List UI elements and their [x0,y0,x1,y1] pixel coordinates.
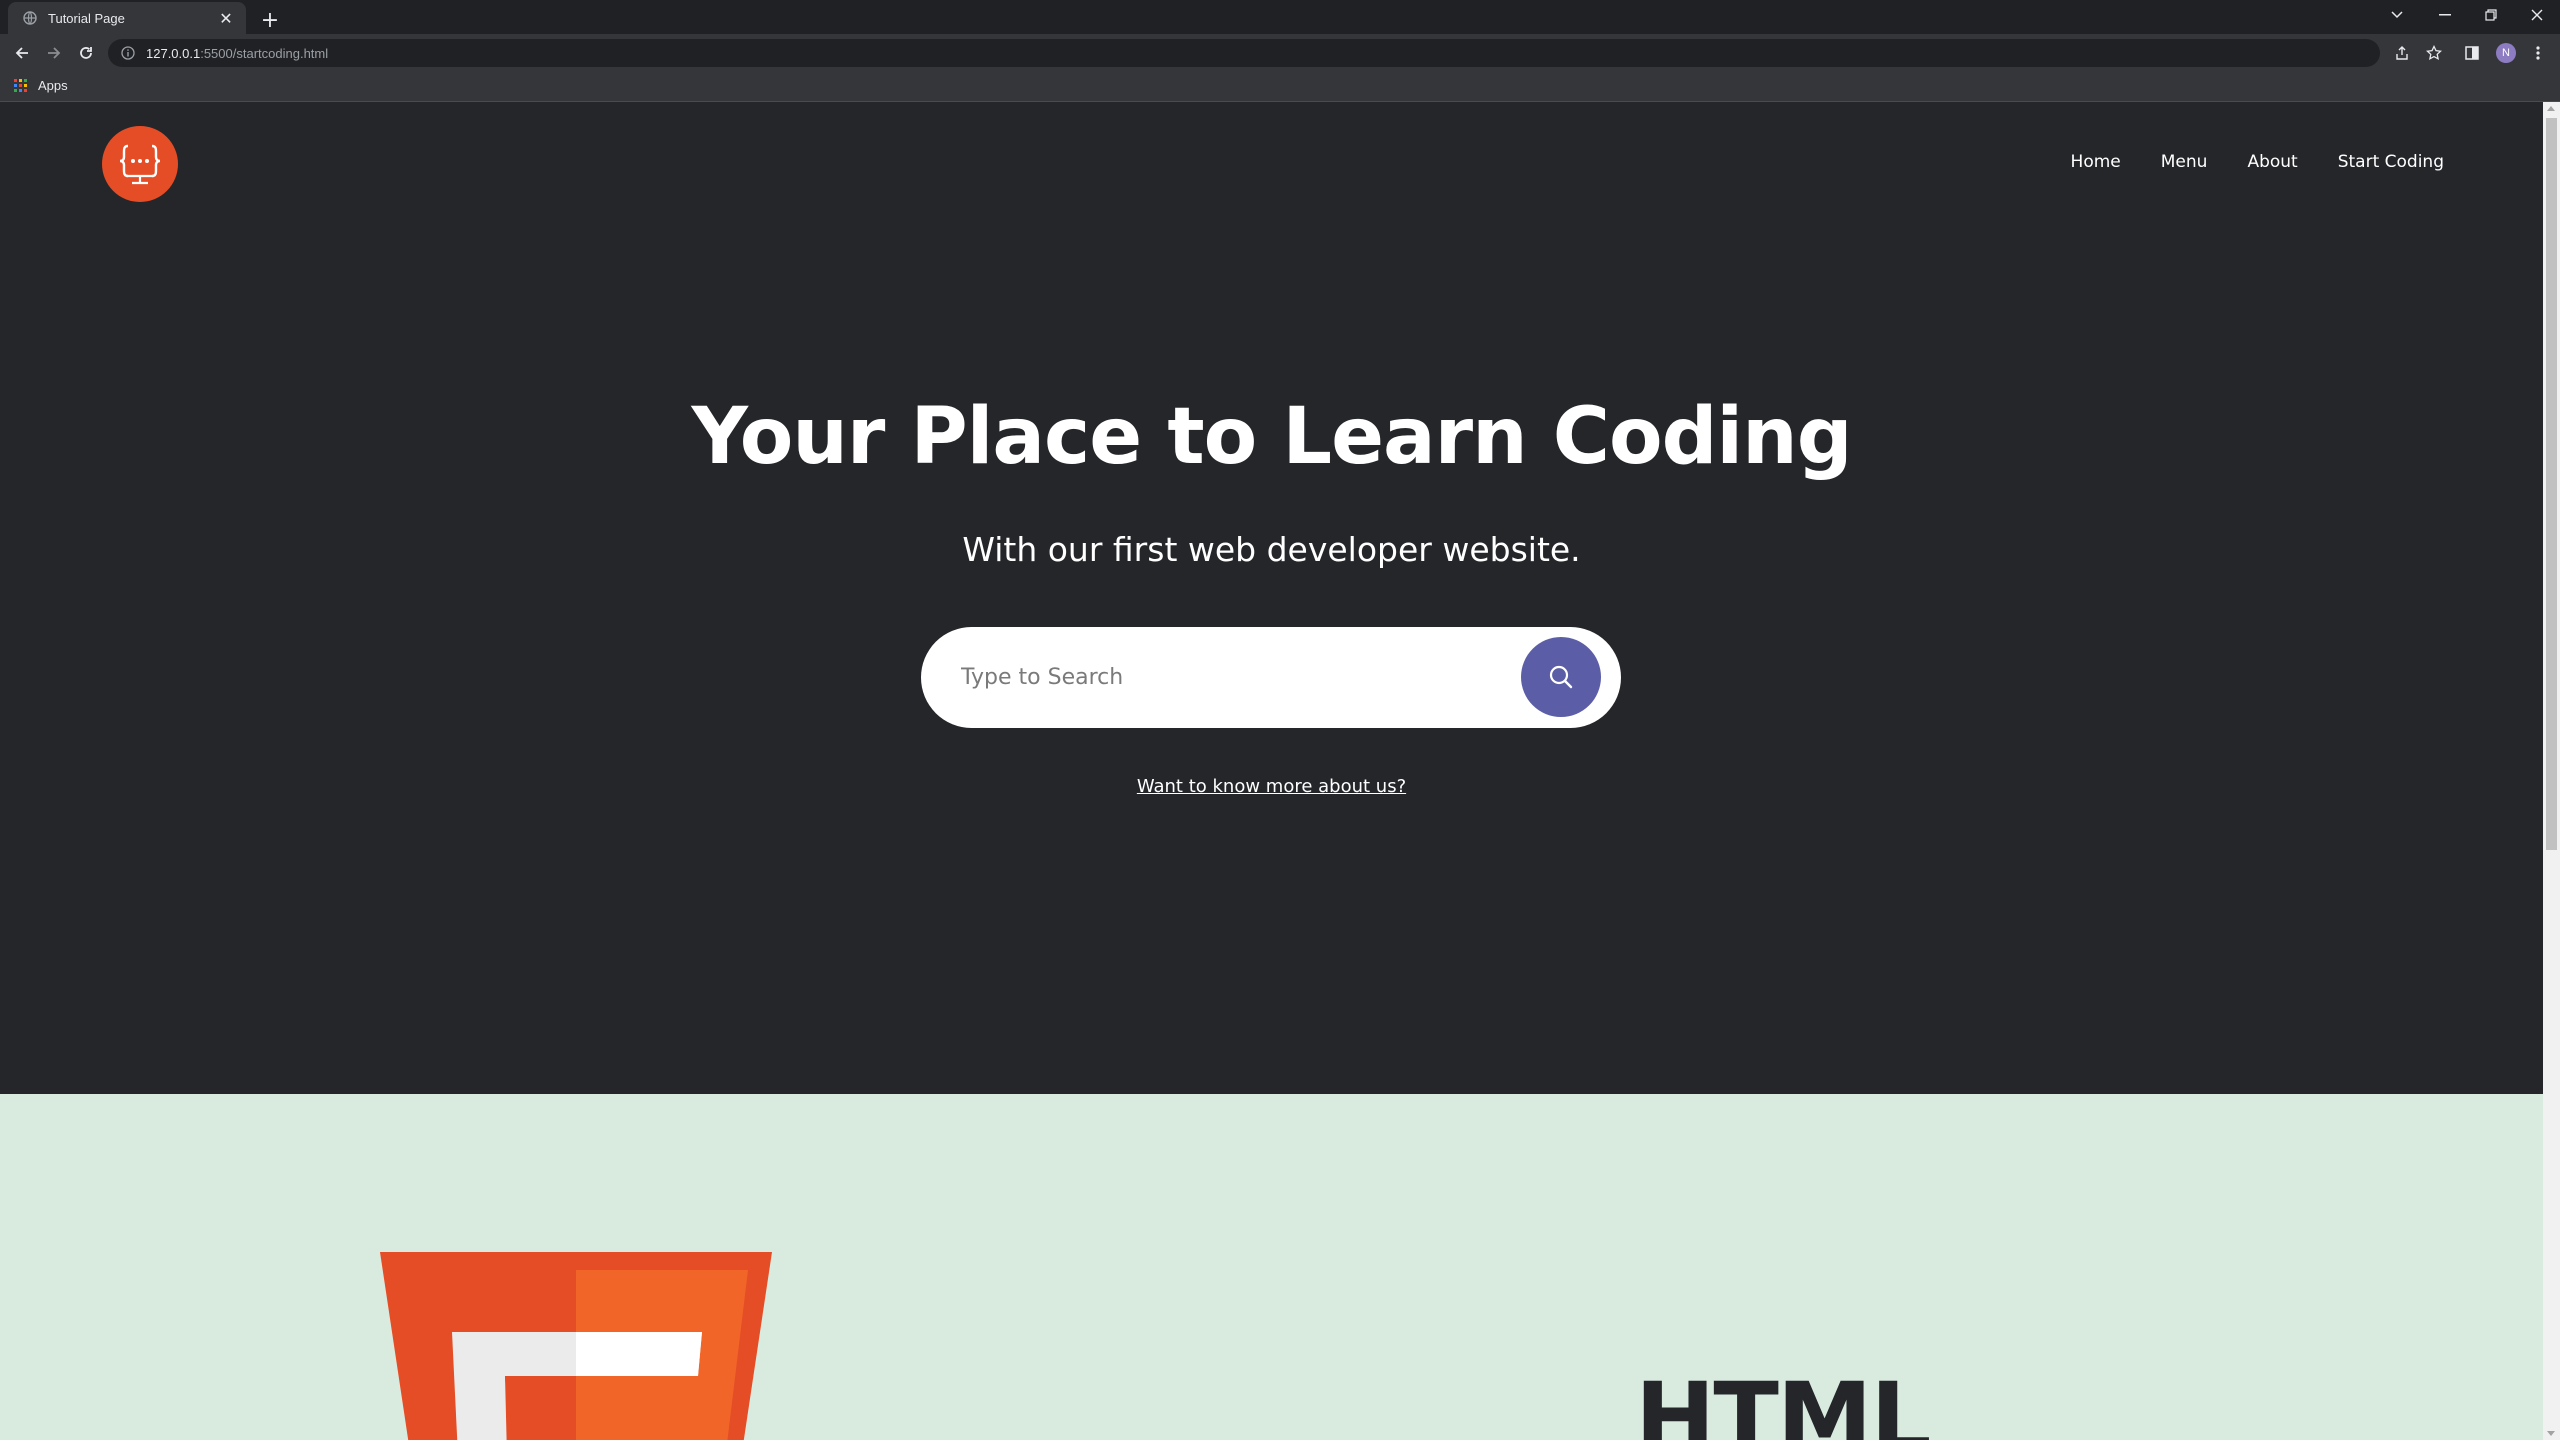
site-logo[interactable] [102,126,178,202]
apps-label: Apps [38,78,68,93]
reload-icon[interactable] [72,39,100,67]
nav-home[interactable]: Home [2071,152,2121,172]
more-link-wrap: Want to know more about us? [0,776,2543,797]
code-monitor-icon [119,144,161,185]
minimize-icon[interactable] [2422,0,2468,30]
apps-grid-icon [14,78,28,93]
share-icon[interactable] [2388,39,2416,67]
site-info-icon[interactable] [120,45,136,61]
url-text: 127.0.0.1:5500/startcoding.html [146,46,328,61]
tab-title: Tutorial Page [48,10,125,26]
side-panel-icon[interactable] [2458,39,2486,67]
globe-icon [22,10,38,26]
tab-search-icon[interactable] [2374,0,2420,30]
bookmarks-bar: Apps [0,72,2560,102]
address-bar[interactable]: 127.0.0.1:5500/startcoding.html [108,39,2380,67]
apps-shortcut[interactable]: Apps [14,78,68,93]
search-bar [921,627,1621,728]
scroll-down-icon[interactable] [2547,1431,2555,1436]
forward-icon[interactable] [40,39,68,67]
html5-logo-icon [380,1252,772,1440]
close-window-icon[interactable] [2514,0,2560,30]
scroll-up-icon[interactable] [2547,106,2555,111]
search-input[interactable] [961,655,1501,699]
restore-icon[interactable] [2468,0,2514,30]
url-path: :5500/startcoding.html [200,45,329,61]
tab-close-icon[interactable]: ✕ [216,8,236,28]
main-nav: Home Menu About Start Coding [2071,152,2444,172]
about-us-link[interactable]: Want to know more about us? [1137,776,1406,797]
search-icon [1549,665,1573,689]
nav-about[interactable]: About [2247,152,2297,172]
kebab-menu-icon[interactable] [2524,39,2552,67]
nav-menu[interactable]: Menu [2161,152,2208,172]
hero-title: Your Place to Learn Coding [691,392,1852,482]
tab-strip: Tutorial Page ✕ + [0,0,2560,34]
browser-toolbar: 127.0.0.1:5500/startcoding.html N [0,34,2560,72]
browser-tab[interactable]: Tutorial Page ✕ [8,2,246,34]
hero-subtitle: With our first web developer website. [962,530,1581,569]
html-section: HTML [0,1094,2543,1440]
search-button[interactable] [1521,637,1601,717]
profile-avatar[interactable]: N [2492,39,2520,67]
bookmark-star-icon[interactable] [2420,39,2448,67]
scroll-thumb[interactable] [2546,118,2557,850]
new-tab-button[interactable]: + [256,6,284,34]
page-scrollbar[interactable] [2543,102,2560,1440]
nav-start-coding[interactable]: Start Coding [2338,152,2444,172]
url-host: 127.0.0.1 [146,45,201,61]
section-title: HTML [1635,1362,1932,1440]
hero-section: Home Menu About Start Coding Your Place … [0,102,2543,1094]
back-icon[interactable] [8,39,36,67]
page-viewport: Home Menu About Start Coding Your Place … [0,102,2543,1440]
profile-initial: N [2496,43,2516,63]
